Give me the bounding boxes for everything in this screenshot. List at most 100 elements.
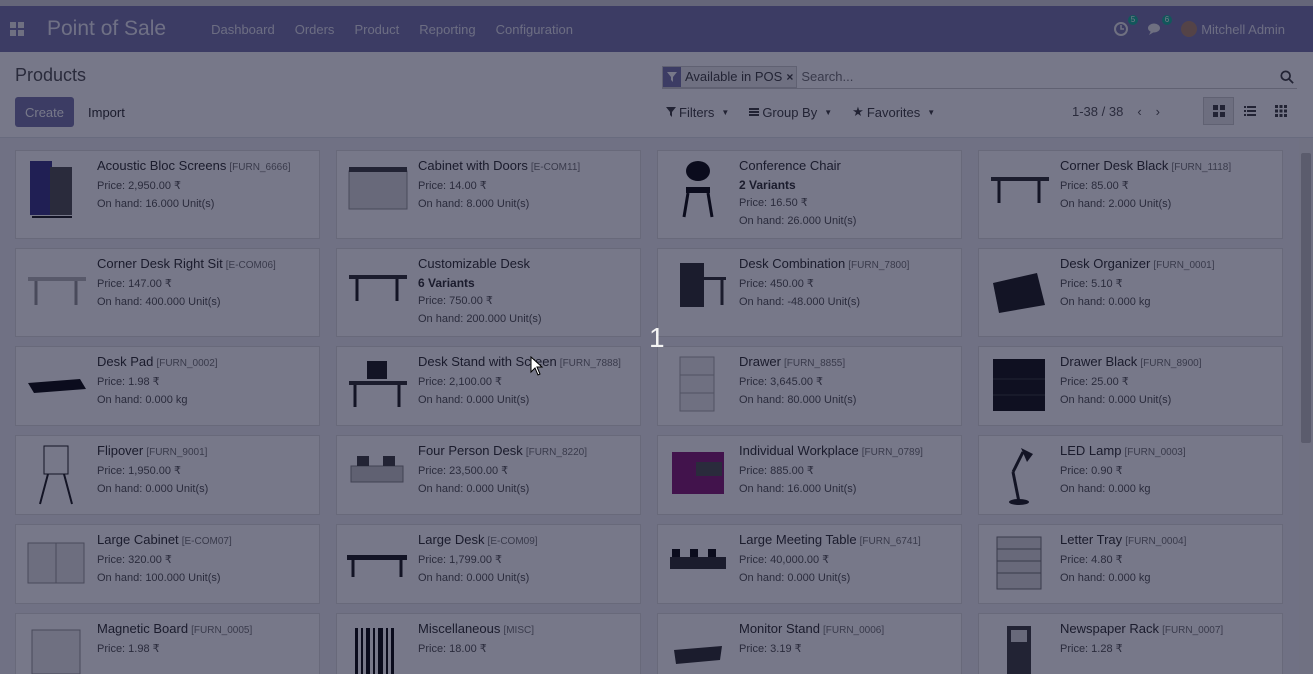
- product-card[interactable]: Flipover [FURN_9001] Price: 1,950.00 ₹ O…: [15, 435, 320, 515]
- product-onhand: On hand: 0.000 Unit(s): [418, 483, 530, 495]
- product-variants: 2 Variants: [739, 178, 796, 192]
- scrollbar-thumb[interactable]: [1301, 153, 1311, 443]
- product-name: Letter Tray: [1060, 532, 1123, 547]
- product-price: Price: 5.10 ₹: [1060, 278, 1123, 290]
- product-onhand: On hand: 0.000 Unit(s): [418, 572, 530, 584]
- pager-next-icon[interactable]: ›: [1156, 104, 1160, 119]
- group-by-dropdown[interactable]: Group By ▼: [749, 104, 832, 120]
- product-code: [FURN_6741]: [859, 536, 921, 547]
- user-menu[interactable]: Mitchell Admin: [1181, 21, 1285, 37]
- product-price: Price: 18.00 ₹: [418, 643, 487, 655]
- product-price: Price: 25.00 ₹: [1060, 376, 1129, 388]
- product-card[interactable]: Corner Desk Black [FURN_1118] Price: 85.…: [978, 150, 1283, 239]
- product-onhand: On hand: 0.000 Unit(s): [97, 483, 209, 495]
- product-card[interactable]: Large Cabinet [E-COM07] Price: 320.00 ₹ …: [15, 524, 320, 604]
- product-name: Flipover: [97, 443, 144, 458]
- product-onhand: On hand: 16.000 Unit(s): [97, 198, 215, 210]
- favorites-dropdown[interactable]: ★ Favorites ▼: [852, 104, 935, 120]
- product-card[interactable]: Acoustic Bloc Screens [FURN_6666] Price:…: [15, 150, 320, 239]
- product-card[interactable]: Conference Chair 2 Variants Price: 16.50…: [657, 150, 962, 239]
- menu-dashboard[interactable]: Dashboard: [211, 22, 275, 37]
- product-name: Conference Chair: [739, 158, 841, 173]
- product-image: [987, 620, 1051, 674]
- product-card[interactable]: Letter Tray [FURN_0004] Price: 4.80 ₹ On…: [978, 524, 1283, 604]
- product-card[interactable]: Four Person Desk [FURN_8220] Price: 23,5…: [336, 435, 641, 515]
- product-card[interactable]: Desk Pad [FURN_0002] Price: 1.98 ₹ On ha…: [15, 346, 320, 426]
- product-card[interactable]: Corner Desk Right Sit [E-COM06] Price: 1…: [15, 248, 320, 337]
- breadcrumb: Products: [15, 65, 87, 85]
- pager-value[interactable]: 1-38 / 38: [1072, 104, 1123, 119]
- menu-configuration[interactable]: Configuration: [496, 22, 573, 37]
- product-card[interactable]: Desk Organizer [FURN_0001] Price: 5.10 ₹…: [978, 248, 1283, 337]
- product-card[interactable]: Cabinet with Doors [E-COM11] Price: 14.0…: [336, 150, 641, 239]
- product-price: Price: 1.98 ₹: [97, 376, 160, 388]
- product-card[interactable]: Large Desk [E-COM09] Price: 1,799.00 ₹ O…: [336, 524, 641, 604]
- favorites-label: Favorites: [866, 104, 921, 120]
- menu-orders[interactable]: Orders: [295, 22, 335, 37]
- product-price: Price: 85.00 ₹: [1060, 180, 1129, 192]
- product-code: [FURN_7888]: [559, 358, 621, 369]
- product-onhand: On hand: 0.000 Unit(s): [418, 394, 530, 406]
- apps-menu-icon[interactable]: [2, 6, 32, 52]
- menu-product[interactable]: Product: [354, 22, 399, 37]
- product-thumbnail-icon: [39, 445, 73, 505]
- chevron-down-icon: ▼: [927, 107, 936, 117]
- product-price: Price: 320.00 ₹: [97, 554, 172, 566]
- product-card[interactable]: Drawer [FURN_8855] Price: 3,645.00 ₹ On …: [657, 346, 962, 426]
- import-button[interactable]: Import: [80, 97, 133, 127]
- product-onhand: On hand: -48.000 Unit(s): [739, 296, 861, 308]
- product-card[interactable]: Drawer Black [FURN_8900] Price: 25.00 ₹ …: [978, 346, 1283, 426]
- step-number: 1: [649, 322, 665, 353]
- product-code: [FURN_8900]: [1140, 358, 1202, 369]
- product-name: Drawer: [739, 354, 781, 369]
- product-code: [E-COM11]: [530, 162, 581, 173]
- pager-previous-icon[interactable]: ‹: [1137, 104, 1141, 119]
- product-card[interactable]: LED Lamp [FURN_0003] Price: 0.90 ₹ On ha…: [978, 435, 1283, 515]
- product-image: [345, 531, 409, 595]
- product-image: [987, 442, 1051, 506]
- grid-view-icon[interactable]: [1265, 97, 1296, 125]
- product-variants: 6 Variants: [418, 276, 475, 290]
- product-code: [FURN_8855]: [783, 358, 846, 369]
- app-name[interactable]: Point of Sale: [47, 17, 166, 41]
- product-card[interactable]: Individual Workplace [FURN_0789] Price: …: [657, 435, 962, 515]
- product-thumbnail-icon: [28, 379, 86, 393]
- product-card[interactable]: Large Meeting Table [FURN_6741] Price: 4…: [657, 524, 962, 604]
- product-card[interactable]: Desk Stand with Screen [FURN_7888] Price…: [336, 346, 641, 426]
- kanban-view-icon[interactable]: [1203, 97, 1234, 125]
- product-card[interactable]: Newspaper Rack [FURN_0007] Price: 1.28 ₹: [978, 613, 1283, 674]
- search-facet: Available in POS ×: [662, 65, 798, 88]
- product-code: [FURN_0005]: [191, 625, 253, 636]
- product-thumbnail-icon: [350, 456, 404, 483]
- list-view-icon[interactable]: [1234, 97, 1265, 125]
- search-input[interactable]: [801, 69, 1277, 84]
- scrollbar[interactable]: [1299, 138, 1313, 674]
- product-card[interactable]: Monitor Stand [FURN_0006] Price: 3.19 ₹: [657, 613, 962, 674]
- facet-remove-icon[interactable]: ×: [786, 70, 796, 84]
- top-navbar: Point of Sale Dashboard Orders Product R…: [0, 0, 1313, 52]
- search-icon[interactable]: [1277, 67, 1297, 87]
- product-code: [FURN_6666]: [229, 162, 291, 173]
- pager: 1-38 / 38 ‹ ›: [1072, 104, 1160, 119]
- messages-chat-icon[interactable]: 6: [1147, 15, 1173, 37]
- product-price: Price: 40,000.00 ₹: [739, 554, 830, 566]
- product-image: [345, 157, 409, 221]
- product-card[interactable]: Desk Combination [FURN_7800] Price: 450.…: [657, 248, 962, 337]
- filters-dropdown[interactable]: Filters ▼: [666, 104, 729, 120]
- control-panel: Products Create Import Available in POS …: [0, 52, 1313, 138]
- create-button[interactable]: Create: [15, 97, 74, 127]
- product-name: Newspaper Rack: [1060, 621, 1159, 636]
- menu-reporting[interactable]: Reporting: [419, 22, 475, 37]
- product-code: [FURN_0006]: [823, 625, 885, 636]
- product-card[interactable]: Miscellaneous [MISC] Price: 18.00 ₹: [336, 613, 641, 674]
- product-thumbnail-icon: [996, 536, 1042, 590]
- product-card[interactable]: Customizable Desk 6 Variants Price: 750.…: [336, 248, 641, 337]
- activity-clock-icon[interactable]: 5: [1113, 15, 1139, 37]
- product-thumbnail-icon: [347, 555, 407, 577]
- product-thumbnail-icon: [674, 646, 722, 664]
- product-card[interactable]: Magnetic Board [FURN_0005] Price: 1.98 ₹: [15, 613, 320, 674]
- product-name: Individual Workplace: [739, 443, 859, 458]
- product-thumbnail-icon: [355, 628, 394, 674]
- product-price: Price: 14.00 ₹: [418, 180, 487, 192]
- product-code: [E-COM09]: [487, 536, 538, 547]
